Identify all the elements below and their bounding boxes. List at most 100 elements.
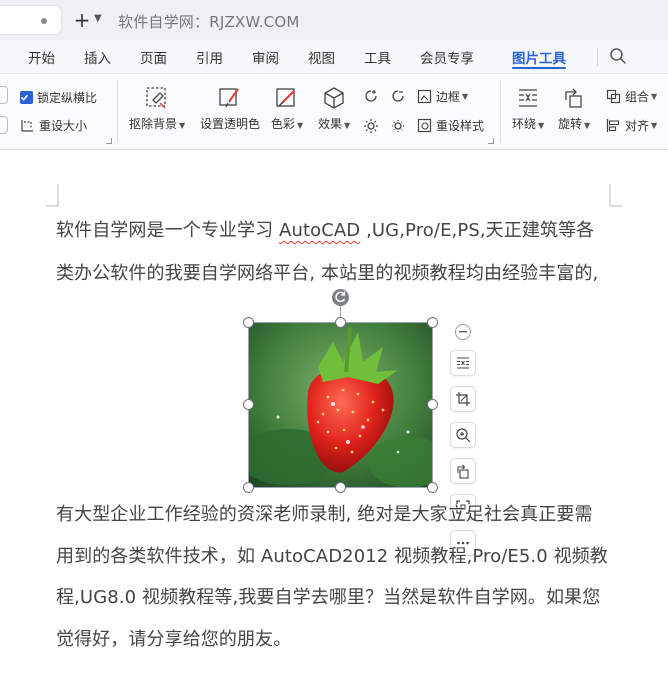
active-tab-indicator bbox=[512, 67, 566, 69]
ribbon-toolbar: 锁定纵横比 重设大小 抠除背景 ▼ 设置透明色 色彩 ▼ 效果 ▼ 边框 ▼ 重… bbox=[0, 74, 668, 150]
menu-member[interactable]: 会员专享 bbox=[420, 47, 474, 67]
width-spinner[interactable] bbox=[0, 86, 8, 104]
image-selection-frame bbox=[248, 322, 433, 488]
zoom-in-icon bbox=[456, 428, 471, 443]
menu-picture-tools[interactable]: 图片工具 bbox=[512, 47, 566, 67]
reset-style-icon bbox=[417, 118, 432, 133]
paragraph-line[interactable]: 程,UG8.0 视频教程等,我要自学去哪里？当然是软件自学网。如果您 bbox=[56, 583, 600, 609]
resize-handle-bottom-right[interactable] bbox=[427, 482, 438, 493]
border-icon bbox=[417, 89, 432, 104]
rotate-icon bbox=[457, 464, 469, 479]
title-bar: + ▼ 软件自学网：RJZXW.COM bbox=[0, 0, 668, 40]
dropdown-caret-icon: ▼ bbox=[651, 121, 658, 130]
menu-review[interactable]: 审阅 bbox=[252, 47, 279, 67]
resize-handle-bottom[interactable] bbox=[335, 482, 346, 493]
group-button[interactable]: 组合 ▼ bbox=[606, 88, 657, 105]
menu-insert[interactable]: 插入 bbox=[84, 47, 111, 67]
spelling-error-word[interactable]: AutoCAD bbox=[279, 220, 360, 241]
paragraph-line[interactable]: 类办公软件的我要自学网络平台, 本站里的视频教程均由经验丰富的, bbox=[56, 259, 598, 285]
chevron-down-icon[interactable]: ▼ bbox=[94, 13, 102, 24]
increase-brightness-icon[interactable] bbox=[363, 88, 379, 104]
lock-ratio-checkbox[interactable]: 锁定纵横比 bbox=[20, 89, 97, 106]
menu-view[interactable]: 视图 bbox=[308, 47, 335, 67]
menu-tools[interactable]: 工具 bbox=[364, 47, 391, 67]
menu-page[interactable]: 页面 bbox=[140, 47, 167, 67]
reset-style-label: 重设样式 bbox=[436, 119, 485, 133]
quick-zoom-button[interactable] bbox=[450, 422, 476, 448]
resize-handle-bottom-left[interactable] bbox=[243, 482, 254, 493]
group-label: 组合 bbox=[625, 90, 650, 104]
dropdown-caret-icon: ▼ bbox=[179, 121, 186, 130]
group-icon bbox=[606, 89, 621, 104]
transparent-color-icon bbox=[219, 88, 239, 108]
quick-wrap-button[interactable] bbox=[450, 350, 476, 376]
dropdown-caret-icon: ▼ bbox=[344, 121, 351, 130]
menu-bar: 开始 插入 页面 引用 审阅 视图 工具 会员专享 图片工具 bbox=[0, 40, 668, 74]
ribbon-divider bbox=[117, 80, 118, 142]
rotate-button[interactable]: 旋转 ▼ bbox=[558, 86, 590, 132]
resize-handle-top-right[interactable] bbox=[427, 317, 438, 328]
menu-divider bbox=[597, 48, 598, 66]
rotate-icon bbox=[565, 88, 582, 108]
resize-handle-left[interactable] bbox=[243, 399, 254, 410]
dropdown-caret-icon: ▼ bbox=[297, 121, 304, 130]
rotate-handle-icon[interactable] bbox=[332, 289, 349, 306]
text-run: 软件自学网是一个专业学习 bbox=[56, 220, 280, 241]
set-transparent-color-button[interactable]: 设置透明色 bbox=[200, 86, 260, 132]
crop-icon bbox=[456, 392, 470, 406]
wrap-text-icon bbox=[519, 89, 538, 107]
new-tab-plus-icon[interactable]: + bbox=[72, 10, 92, 30]
dropdown-caret-icon: ▼ bbox=[538, 121, 545, 130]
height-spinner[interactable] bbox=[0, 116, 8, 134]
margin-corner-mark bbox=[46, 184, 59, 207]
quick-rotate-button[interactable] bbox=[450, 458, 476, 484]
color-adjust-icon bbox=[276, 88, 295, 107]
menu-home[interactable]: 开始 bbox=[28, 47, 55, 67]
dropdown-caret-icon: ▼ bbox=[462, 92, 469, 101]
resize-handle-top-left[interactable] bbox=[243, 317, 254, 328]
color-label: 色彩 bbox=[271, 117, 296, 131]
paragraph-line[interactable]: 觉得好，请分享给您的朋友。 bbox=[56, 625, 291, 651]
rotate-handle-stem bbox=[340, 305, 341, 317]
margin-corner-mark bbox=[609, 184, 622, 207]
border-button[interactable]: 边框 ▼ bbox=[417, 88, 468, 105]
resize-handle-top[interactable] bbox=[335, 317, 346, 328]
remove-background-label: 抠除背景 bbox=[129, 117, 178, 131]
resize-icon bbox=[21, 120, 33, 132]
increase-contrast-icon[interactable] bbox=[363, 118, 379, 134]
resize-button[interactable]: 重设大小 bbox=[20, 117, 87, 134]
lock-ratio-label: 锁定纵横比 bbox=[37, 91, 98, 105]
resize-handle-right[interactable] bbox=[427, 399, 438, 410]
effects-button[interactable]: 效果 ▼ bbox=[318, 86, 350, 132]
align-button[interactable]: 对齐 ▼ bbox=[606, 117, 657, 134]
dialog-launcher-icon[interactable] bbox=[106, 138, 112, 144]
align-icon bbox=[606, 119, 620, 132]
quick-crop-button[interactable] bbox=[450, 386, 476, 412]
text-run: ,UG,Pro/E,PS,天正建筑等各 bbox=[360, 220, 595, 241]
effects-label: 效果 bbox=[318, 117, 343, 131]
remove-background-button[interactable]: 抠除背景 ▼ bbox=[129, 86, 185, 132]
paragraph-line[interactable]: 软件自学网是一个专业学习 AutoCAD ,UG,Pro/E,PS,天正建筑等各 bbox=[56, 216, 594, 242]
dropdown-caret-icon: ▼ bbox=[584, 121, 591, 130]
decrease-contrast-icon[interactable] bbox=[390, 118, 406, 134]
document-tab[interactable] bbox=[0, 5, 62, 35]
effects-cube-icon bbox=[324, 87, 344, 109]
align-label: 对齐 bbox=[625, 119, 650, 133]
checkbox-checked-icon bbox=[20, 91, 33, 104]
dropdown-caret-icon: ▼ bbox=[651, 92, 658, 101]
ribbon-divider bbox=[500, 80, 501, 142]
reset-style-button[interactable]: 重设样式 bbox=[417, 117, 484, 134]
color-button[interactable]: 色彩 ▼ bbox=[271, 86, 303, 132]
paragraph-line[interactable]: 有大型企业工作经验的资深老师录制, 绝对是大家立足社会真正要需 bbox=[56, 500, 593, 526]
dialog-launcher-icon[interactable] bbox=[488, 138, 494, 144]
set-transparent-color-label: 设置透明色 bbox=[200, 117, 261, 131]
paragraph-line[interactable]: 用到的各类软件技术，如 AutoCAD2012 视频教程,Pro/E5.0 视频… bbox=[56, 542, 608, 568]
unsaved-dot-icon bbox=[41, 18, 47, 24]
collapse-toolbar-icon[interactable] bbox=[455, 324, 471, 340]
wrap-text-label: 环绕 bbox=[512, 117, 537, 131]
search-icon[interactable] bbox=[609, 47, 627, 65]
menu-references[interactable]: 引用 bbox=[196, 47, 223, 67]
wrap-text-button[interactable]: 环绕 ▼ bbox=[512, 86, 544, 132]
decrease-brightness-icon[interactable] bbox=[390, 88, 406, 104]
resize-label: 重设大小 bbox=[39, 119, 88, 133]
